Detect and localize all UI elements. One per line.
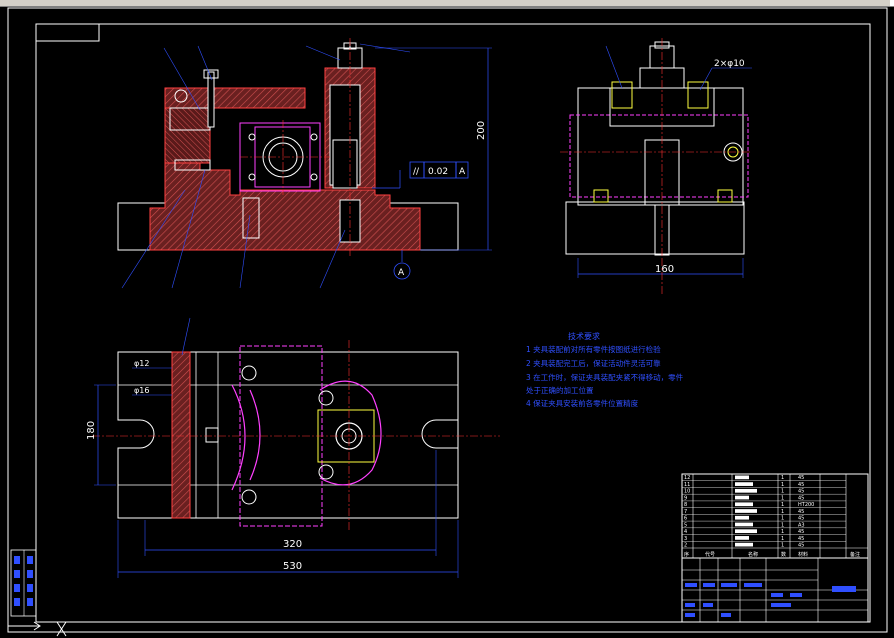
side-strip xyxy=(10,549,37,617)
tech-note-3b: 处于正确的加工位置 xyxy=(526,385,594,395)
table-cell-name xyxy=(735,536,749,540)
section-mark-label: A xyxy=(398,268,405,278)
table-cell-mat: HT200 xyxy=(798,502,814,508)
table-cell-mat: 45 xyxy=(798,529,804,535)
table-cell-no: 8 xyxy=(684,502,687,508)
datum-marker: A xyxy=(393,250,411,280)
side-view[interactable]: 160 2×φ10 xyxy=(560,38,752,296)
table-cell-qty: 1 xyxy=(781,489,784,495)
table-cell-name xyxy=(735,529,757,534)
table-cell-mat: 45 xyxy=(798,509,804,515)
tolerance-value: 0.02 xyxy=(428,167,448,177)
dim-slot-dia1: φ12 xyxy=(134,359,149,368)
table-cell-name xyxy=(735,495,749,500)
parts-rows: 12 1 4511 1 4510 1 459 1 458 1 HT2007 1 456 1 455 1 A34 1… xyxy=(682,475,846,549)
dim-slot-dia2: φ16 xyxy=(134,386,149,395)
dim-height-front: 200 xyxy=(476,121,487,140)
table-cell-no: 12 xyxy=(684,475,690,481)
table-cell-name xyxy=(735,502,753,507)
table-cell-name xyxy=(735,542,753,547)
table-cell-no: 7 xyxy=(684,509,687,515)
header-name: 名称 xyxy=(748,551,758,558)
table-cell-no: 9 xyxy=(684,495,687,501)
table-cell-name xyxy=(735,488,757,493)
table-cell-qty: 1 xyxy=(781,522,784,528)
table-cell-qty: 1 xyxy=(781,495,784,501)
top-view[interactable]: 320 530 180 φ12 φ16 xyxy=(86,317,500,578)
table-cell-mat: A3 xyxy=(798,522,805,528)
table-cell-no: 5 xyxy=(684,522,687,528)
table-cell-qty: 1 xyxy=(781,543,784,549)
tolerance-symbol: // xyxy=(413,167,420,177)
dim-width-total: 530 xyxy=(283,561,302,572)
table-cell-name xyxy=(735,515,749,520)
front-view[interactable]: 200 // 0.02 A A xyxy=(117,38,492,289)
table-cell-qty: 1 xyxy=(781,516,784,522)
table-cell-name xyxy=(735,522,753,527)
header-no: 序 xyxy=(684,551,689,558)
tech-note-3: 3 在工作时，保证夹具装配夹紧不得移动，零件 xyxy=(526,372,684,382)
tolerance-datum: A xyxy=(459,167,466,177)
dim-width-inner: 320 xyxy=(283,539,302,550)
table-cell-mat: 45 xyxy=(798,536,804,542)
table-cell-name xyxy=(735,475,749,480)
tech-note-4: 4 保证夹具安装前各零件位置精度 xyxy=(526,398,639,408)
technical-requirements: 技术要求 1 夹具装配前对所有零件按图纸进行检验 2 夹具装配完工后，保证活动件… xyxy=(526,331,684,408)
table-cell-mat: 45 xyxy=(798,495,804,501)
table-cell-qty: 1 xyxy=(781,536,784,542)
header-remark: 备注 xyxy=(850,551,860,558)
table-cell-qty: 1 xyxy=(781,509,784,515)
tech-note-1: 1 夹具装配前对所有零件按图纸进行检验 xyxy=(526,344,661,354)
table-cell-name xyxy=(735,509,757,513)
tech-notes-title: 技术要求 xyxy=(568,331,600,341)
table-cell-no: 11 xyxy=(684,482,690,488)
header-material: 材料 xyxy=(798,551,808,558)
table-cell-mat: 45 xyxy=(798,482,804,488)
bolt-spec-label: 2×φ10 xyxy=(714,59,745,69)
cad-drawing-canvas[interactable]: 200 // 0.02 A A 160 2×φ10 320 530 180 φ1… xyxy=(0,0,894,638)
drawing-frame xyxy=(7,7,888,633)
table-cell-name xyxy=(735,482,753,486)
dim-left-height: 180 xyxy=(86,421,97,440)
table-cell-mat: 45 xyxy=(798,475,804,481)
table-cell-mat: 45 xyxy=(798,516,804,522)
table-cell-no: 10 xyxy=(684,489,690,495)
table-cell-mat: 45 xyxy=(798,489,804,495)
ucs-icon xyxy=(8,621,67,637)
dim-width-side: 160 xyxy=(655,264,674,275)
table-cell-qty: 1 xyxy=(781,529,784,535)
table-cell-qty: 1 xyxy=(781,502,784,508)
table-cell-qty: 1 xyxy=(781,475,784,481)
tolerance-frame: // 0.02 A xyxy=(372,161,469,189)
header-qty: 数 xyxy=(781,551,786,558)
parts-list-table[interactable]: 12 1 4511 1 4510 1 459 1 458 1 HT2007 1 456 1 455 1 A34 1… xyxy=(681,473,869,623)
parts-header: 序 代号 名称 数 材料 备注 xyxy=(684,551,860,558)
table-cell-mat: 45 xyxy=(798,543,804,549)
table-cell-no: 2 xyxy=(684,543,687,549)
table-cell-qty: 1 xyxy=(781,482,784,488)
table-cell-no: 3 xyxy=(684,536,687,542)
header-code: 代号 xyxy=(705,551,715,558)
table-cell-no: 4 xyxy=(684,529,687,535)
table-cell-no: 6 xyxy=(684,516,687,522)
tech-note-2: 2 夹具装配完工后，保证活动件灵活可靠 xyxy=(526,358,661,368)
